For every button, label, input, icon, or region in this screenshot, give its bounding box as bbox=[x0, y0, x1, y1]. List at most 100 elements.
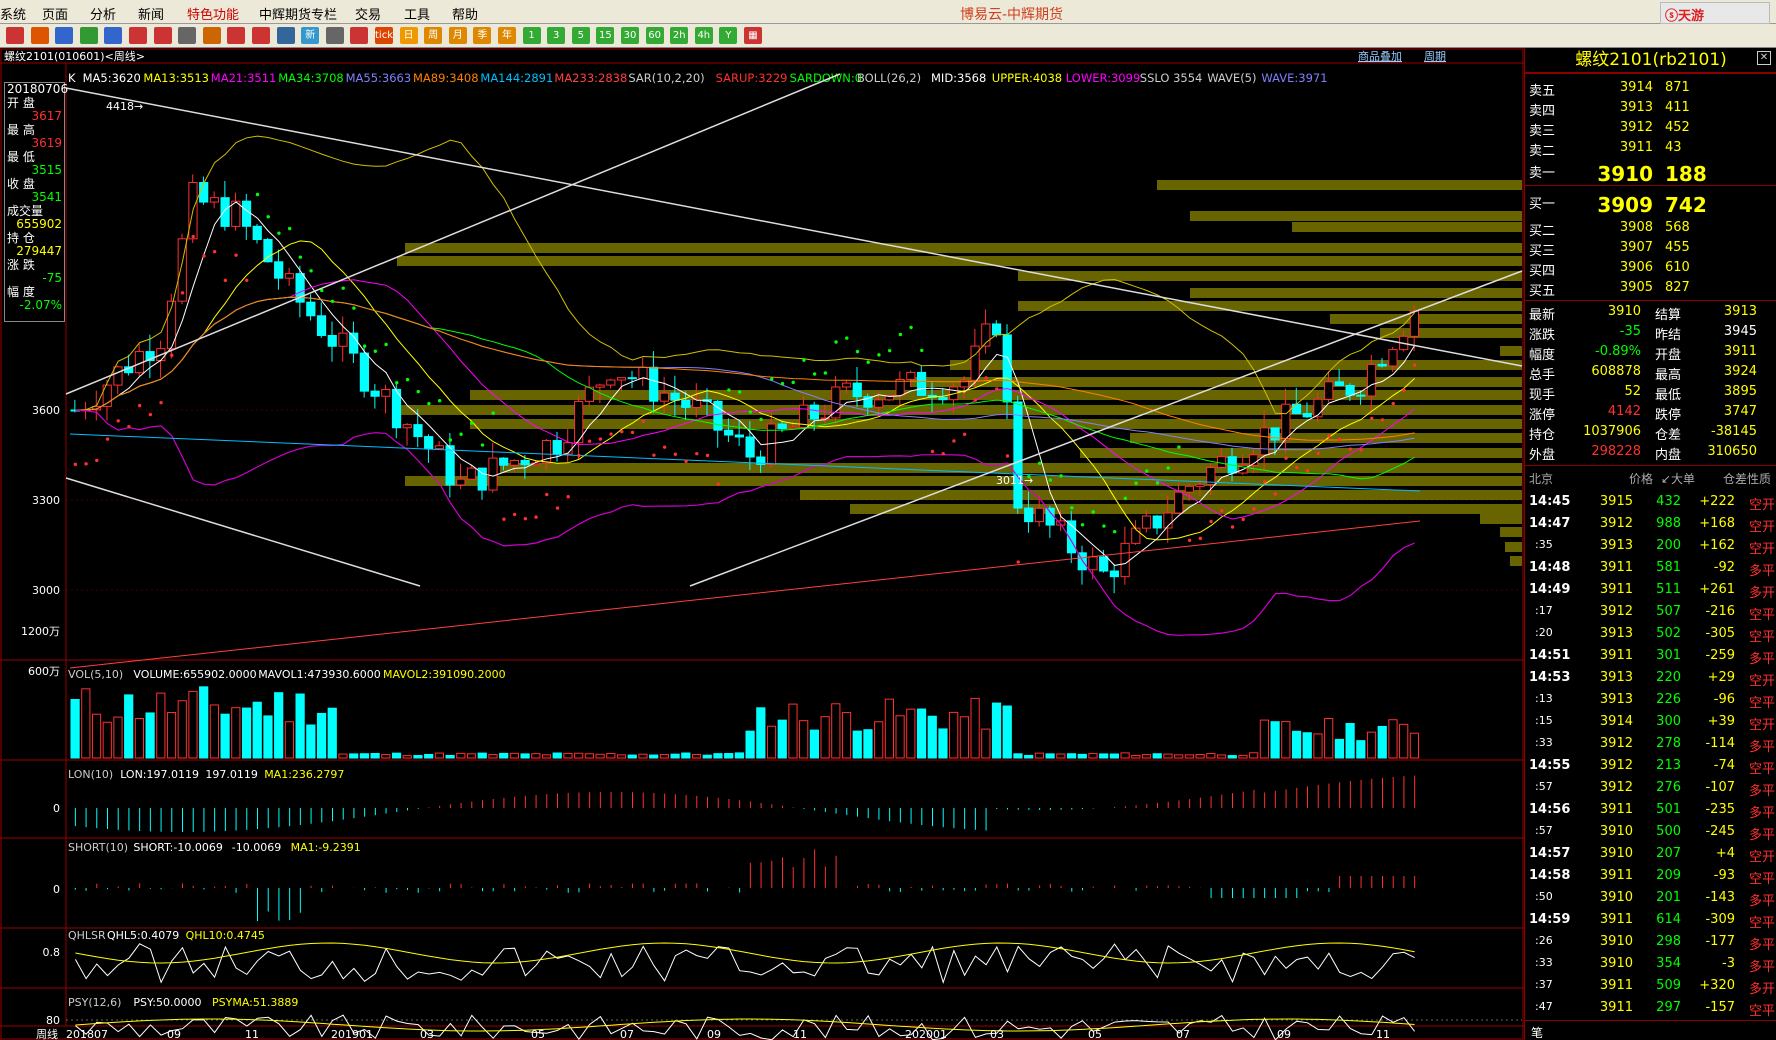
search-icon[interactable] bbox=[104, 27, 123, 44]
stat-row[interactable]: 最新 3910 结算 3913 bbox=[1525, 302, 1776, 323]
home-icon[interactable] bbox=[6, 27, 24, 44]
calendar-icon[interactable]: ▦ bbox=[744, 27, 762, 44]
tick-icon[interactable]: tick bbox=[375, 27, 393, 44]
bid-row[interactable]: 买五 3905 827 bbox=[1525, 278, 1776, 299]
volume-bar bbox=[1141, 754, 1152, 759]
60min-icon[interactable]: 60 bbox=[645, 27, 664, 44]
trade-row[interactable]: :33 3912 278 -114 多平 bbox=[1525, 733, 1776, 755]
new-icon[interactable]: 新 bbox=[301, 27, 320, 44]
5min-icon[interactable]: 5 bbox=[571, 27, 590, 44]
trade-row[interactable]: 14:45 3915 432 +222 空开 bbox=[1525, 491, 1776, 513]
close-icon[interactable]: ✕ bbox=[1757, 51, 1771, 65]
lon-label: 197.0119 bbox=[205, 768, 258, 781]
stat-row[interactable]: 涨跌 -35 昨结 3945 bbox=[1525, 322, 1776, 343]
forward-icon[interactable] bbox=[55, 27, 74, 44]
kline-chart[interactable]: 螺纹2101(010601)<周线> 商品叠加 周期 K MA5:3620 MA13:35… bbox=[0, 48, 1524, 1040]
menu-trade[interactable]: 交易 bbox=[355, 4, 381, 23]
trade-row[interactable]: 14:59 3911 614 -309 空平 bbox=[1525, 909, 1776, 931]
4h-icon[interactable]: 4h bbox=[694, 27, 713, 44]
menu-news[interactable]: 新闻 bbox=[138, 4, 164, 23]
table-icon[interactable] bbox=[325, 27, 344, 44]
trade-row[interactable]: :15 3914 300 +39 空开 bbox=[1525, 711, 1776, 733]
candle-body bbox=[199, 182, 209, 203]
bid-row[interactable]: 买四 3906 610 bbox=[1525, 258, 1776, 279]
filter-icon[interactable] bbox=[252, 27, 270, 44]
year-icon[interactable]: 年 bbox=[498, 27, 516, 44]
stat-row[interactable]: 持仓 1037906 仓差 -38145 bbox=[1525, 422, 1776, 443]
trade-row[interactable]: :26 3910 298 -177 多平 bbox=[1525, 931, 1776, 953]
trade-row[interactable]: 14:53 3913 220 +29 空开 bbox=[1525, 667, 1776, 689]
volume-bar bbox=[1013, 753, 1023, 759]
menu-column[interactable]: 中辉期货专栏 bbox=[259, 4, 337, 23]
trade-row[interactable]: :13 3913 226 -96 空平 bbox=[1525, 689, 1776, 711]
1min-icon[interactable]: 1 bbox=[522, 27, 541, 44]
trade-row[interactable]: :57 3910 500 -245 多平 bbox=[1525, 821, 1776, 843]
info-row: 20180706 bbox=[7, 82, 69, 96]
pencil-icon[interactable] bbox=[202, 27, 221, 44]
stat-row[interactable]: 涨停 4142 跌停 3747 bbox=[1525, 402, 1776, 423]
bid-row[interactable]: 买三 3907 455 bbox=[1525, 238, 1776, 259]
menu-page[interactable]: 页面 bbox=[42, 4, 68, 23]
sar-dot bbox=[566, 494, 570, 499]
trade-row[interactable]: 14:55 3912 213 -74 空平 bbox=[1525, 755, 1776, 777]
trade-row[interactable]: 14:56 3911 501 -235 多平 bbox=[1525, 799, 1776, 821]
trade-header[interactable]: 北京 价格 ↙大单 仓差 性质 bbox=[1525, 468, 1776, 488]
refresh-icon[interactable] bbox=[79, 27, 98, 44]
stat-row[interactable]: 现手 52 最低 3895 bbox=[1525, 382, 1776, 403]
trade-row[interactable]: 14:57 3910 207 +4 空开 bbox=[1525, 843, 1776, 865]
daily-icon[interactable]: 日 bbox=[399, 27, 418, 44]
sar-dot bbox=[727, 388, 731, 392]
month-icon[interactable]: 月 bbox=[448, 27, 467, 44]
trade-row[interactable]: 14:51 3911 301 -259 多平 bbox=[1525, 645, 1776, 667]
zoom-out-icon[interactable] bbox=[153, 27, 172, 44]
week-icon[interactable]: 周 bbox=[424, 27, 443, 44]
line-icon[interactable] bbox=[227, 27, 246, 44]
stat-row[interactable]: 总手 608878 最高 3924 bbox=[1525, 362, 1776, 383]
ask-row[interactable]: 卖一 3910 188 bbox=[1525, 160, 1776, 186]
trade-row[interactable]: :17 3912 507 -216 空平 bbox=[1525, 601, 1776, 623]
ask-row[interactable]: 卖四 3913 411 bbox=[1525, 98, 1776, 119]
trade-row[interactable]: :47 3911 297 -157 空平 bbox=[1525, 997, 1776, 1019]
sar-dot bbox=[512, 512, 517, 517]
2h-icon[interactable]: 2h bbox=[670, 27, 689, 44]
30min-icon[interactable]: 30 bbox=[621, 27, 639, 44]
zoom-in-icon[interactable] bbox=[129, 27, 147, 44]
trade-row[interactable]: :35 3913 200 +162 空开 bbox=[1525, 535, 1776, 557]
volume-bar bbox=[134, 718, 145, 759]
trade-row[interactable]: 14:47 3912 988 +168 空开 bbox=[1525, 513, 1776, 535]
stat-row[interactable]: 幅度 -0.89% 开盘 3911 bbox=[1525, 342, 1776, 363]
arrows-icon[interactable] bbox=[276, 27, 295, 44]
ask-row[interactable]: 卖二 3911 43 bbox=[1525, 138, 1776, 159]
sar-dot bbox=[384, 342, 388, 347]
15min-icon[interactable]: 15 bbox=[596, 27, 615, 44]
trade-row[interactable]: 14:58 3911 209 -93 空平 bbox=[1525, 865, 1776, 887]
ask-row[interactable]: 卖五 3914 871 bbox=[1525, 78, 1776, 99]
menu-analysis[interactable]: 分析 bbox=[90, 4, 116, 23]
trade-row[interactable]: :57 3912 276 -107 多平 bbox=[1525, 777, 1776, 799]
chart-icon[interactable] bbox=[350, 27, 369, 44]
trade-row[interactable]: 14:48 3911 581 -92 多平 bbox=[1525, 557, 1776, 579]
bid-row[interactable]: 买一 3909 742 bbox=[1525, 191, 1776, 217]
x-tick-label: 09 bbox=[707, 1028, 721, 1040]
trade-row[interactable]: :37 3911 509 +320 多开 bbox=[1525, 975, 1776, 997]
menu-special[interactable]: 特色功能 bbox=[187, 4, 239, 23]
menu-tools[interactable]: 工具 bbox=[404, 4, 430, 23]
bid-row[interactable]: 买二 3908 568 bbox=[1525, 218, 1776, 239]
trades-tab[interactable]: 笔 bbox=[1525, 1020, 1776, 1040]
3min-icon[interactable]: 3 bbox=[547, 27, 566, 44]
trade-row[interactable]: 14:49 3911 511 +261 多开 bbox=[1525, 579, 1776, 601]
volume-bar bbox=[745, 730, 755, 759]
back-icon[interactable] bbox=[30, 27, 49, 44]
season-icon[interactable]: 季 bbox=[473, 27, 492, 44]
ask-row[interactable]: 卖三 3912 452 bbox=[1525, 118, 1776, 139]
y-icon[interactable]: Y bbox=[719, 27, 738, 44]
menu-system[interactable]: 系统 bbox=[0, 4, 26, 23]
trade-row[interactable]: :33 3910 354 -3 多平 bbox=[1525, 953, 1776, 975]
sar-dot bbox=[405, 377, 410, 382]
stop-icon[interactable] bbox=[178, 27, 197, 44]
trade-row[interactable]: :50 3910 201 -143 多平 bbox=[1525, 887, 1776, 909]
trade-row[interactable]: :20 3913 502 -305 空平 bbox=[1525, 623, 1776, 645]
sar-dot bbox=[952, 439, 956, 443]
stat-row[interactable]: 外盘 298228 内盘 310650 bbox=[1525, 442, 1776, 463]
menu-help[interactable]: 帮助 bbox=[452, 4, 478, 23]
